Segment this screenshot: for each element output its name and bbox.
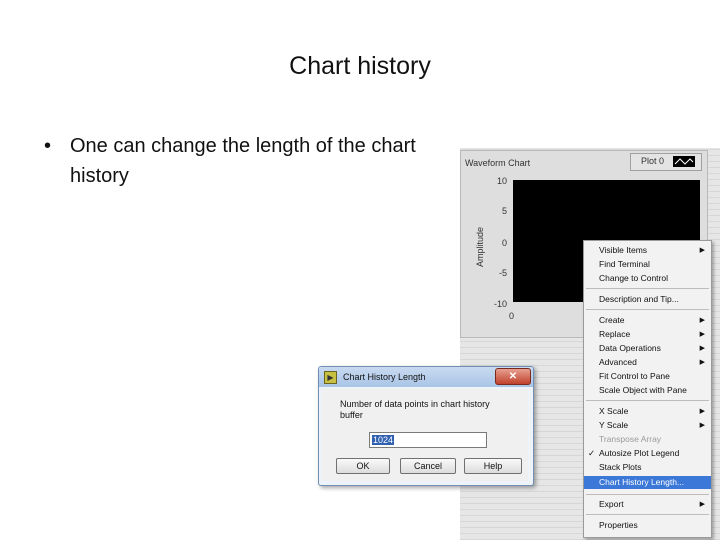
menu-item-label: Transpose Array xyxy=(599,434,662,444)
menu-item-advanced[interactable]: Advanced ▶ xyxy=(584,356,711,369)
menu-item-scale-object-with-pane[interactable]: Scale Object with Pane xyxy=(584,384,711,397)
menu-item-label: Fit Control to Pane xyxy=(599,371,670,381)
menu-separator xyxy=(586,514,709,515)
menu-item-label: Chart History Length... xyxy=(599,477,685,487)
bullet-text: One can change the length of the chart h… xyxy=(70,135,416,187)
menu-item-transpose-array: Transpose Array xyxy=(584,433,711,446)
dialog-prompt: Number of data points in chart history b… xyxy=(340,399,490,420)
y-tick: 5 xyxy=(501,206,507,216)
menu-item-label: X Scale xyxy=(599,406,629,416)
close-icon[interactable]: ✕ xyxy=(495,368,531,385)
menu-item-label: Y Scale xyxy=(599,420,629,430)
menu-item-data-operations[interactable]: Data Operations ▶ xyxy=(584,342,711,355)
menu-item-change-to-control[interactable]: Change to Control xyxy=(584,272,711,285)
ok-button[interactable]: OK xyxy=(336,458,390,474)
chart-label: Waveform Chart xyxy=(465,158,531,168)
menu-item-export[interactable]: Export ▶ xyxy=(584,498,711,511)
menu-separator xyxy=(586,400,709,401)
y-tick: 10 xyxy=(496,176,507,186)
plot-legend-name: Plot 0 xyxy=(641,156,665,166)
menu-item-create[interactable]: Create ▶ xyxy=(584,314,711,327)
menu-item-chart-history-length[interactable]: Chart History Length... xyxy=(584,476,711,489)
help-button[interactable]: Help xyxy=(464,458,522,474)
history-length-value: 1024 xyxy=(372,435,395,445)
menu-item-find-terminal[interactable]: Find Terminal xyxy=(584,258,711,271)
submenu-arrow-icon: ▶ xyxy=(699,345,705,352)
menu-item-visible-items[interactable]: Visible Items ▶ xyxy=(584,244,711,257)
y-tick: 0 xyxy=(501,238,507,248)
history-length-input[interactable]: 1024 xyxy=(369,432,487,448)
menu-item-x-scale[interactable]: X Scale ▶ xyxy=(584,405,711,418)
menu-item-label: Scale Object with Pane xyxy=(599,385,687,395)
line-style-icon xyxy=(673,156,695,167)
submenu-arrow-icon: ▶ xyxy=(699,501,705,508)
bullet-marker: • xyxy=(44,135,52,157)
labview-icon: ▶ xyxy=(324,371,337,384)
menu-item-stack-plots[interactable]: Stack Plots xyxy=(584,461,711,474)
menu-item-y-scale[interactable]: Y Scale ▶ xyxy=(584,419,711,432)
menu-item-label: Replace xyxy=(599,329,631,339)
submenu-arrow-icon: ▶ xyxy=(699,359,705,366)
submenu-arrow-icon: ▶ xyxy=(699,408,705,415)
menu-item-fit-control-to-pane[interactable]: Fit Control to Pane xyxy=(584,370,711,383)
menu-item-label: Visible Items xyxy=(599,245,648,255)
submenu-arrow-icon: ▶ xyxy=(699,331,705,338)
menu-item-label: Export xyxy=(599,499,624,509)
submenu-arrow-icon: ▶ xyxy=(699,247,705,254)
menu-separator xyxy=(586,288,709,289)
x-tick: 0 xyxy=(509,311,515,321)
menu-item-properties[interactable]: Properties xyxy=(584,519,711,532)
menu-item-replace[interactable]: Replace ▶ xyxy=(584,328,711,341)
menu-item-label: Create xyxy=(599,315,625,325)
menu-separator xyxy=(586,494,709,495)
check-icon: ✓ xyxy=(588,448,596,458)
menu-item-description-and-tip[interactable]: Description and Tip... xyxy=(584,293,711,306)
submenu-arrow-icon: ▶ xyxy=(699,317,705,324)
menu-item-label: Stack Plots xyxy=(599,462,642,472)
dialog-title: Chart History Length xyxy=(343,372,426,382)
menu-item-label: Description and Tip... xyxy=(599,294,679,304)
slide-title: Chart history xyxy=(289,52,431,80)
menu-item-autosize-plot-legend[interactable]: ✓ Autosize Plot Legend xyxy=(584,447,711,460)
y-tick: -5 xyxy=(498,268,507,278)
menu-item-label: Change to Control xyxy=(599,273,668,283)
menu-item-label: Advanced xyxy=(599,357,637,367)
menu-item-label: Properties xyxy=(599,520,638,530)
dialog-titlebar[interactable]: ▶ Chart History Length ✕ xyxy=(319,367,533,387)
plot-legend[interactable]: Plot 0 xyxy=(630,153,702,171)
menu-item-label: Find Terminal xyxy=(599,259,650,269)
menu-separator xyxy=(586,309,709,310)
menu-item-label: Data Operations xyxy=(599,343,661,353)
menu-item-label: Autosize Plot Legend xyxy=(599,448,680,458)
context-menu: Visible Items ▶ Find Terminal Change to … xyxy=(583,240,712,538)
y-tick: -10 xyxy=(493,299,507,309)
submenu-arrow-icon: ▶ xyxy=(699,422,705,429)
cancel-button[interactable]: Cancel xyxy=(400,458,456,474)
